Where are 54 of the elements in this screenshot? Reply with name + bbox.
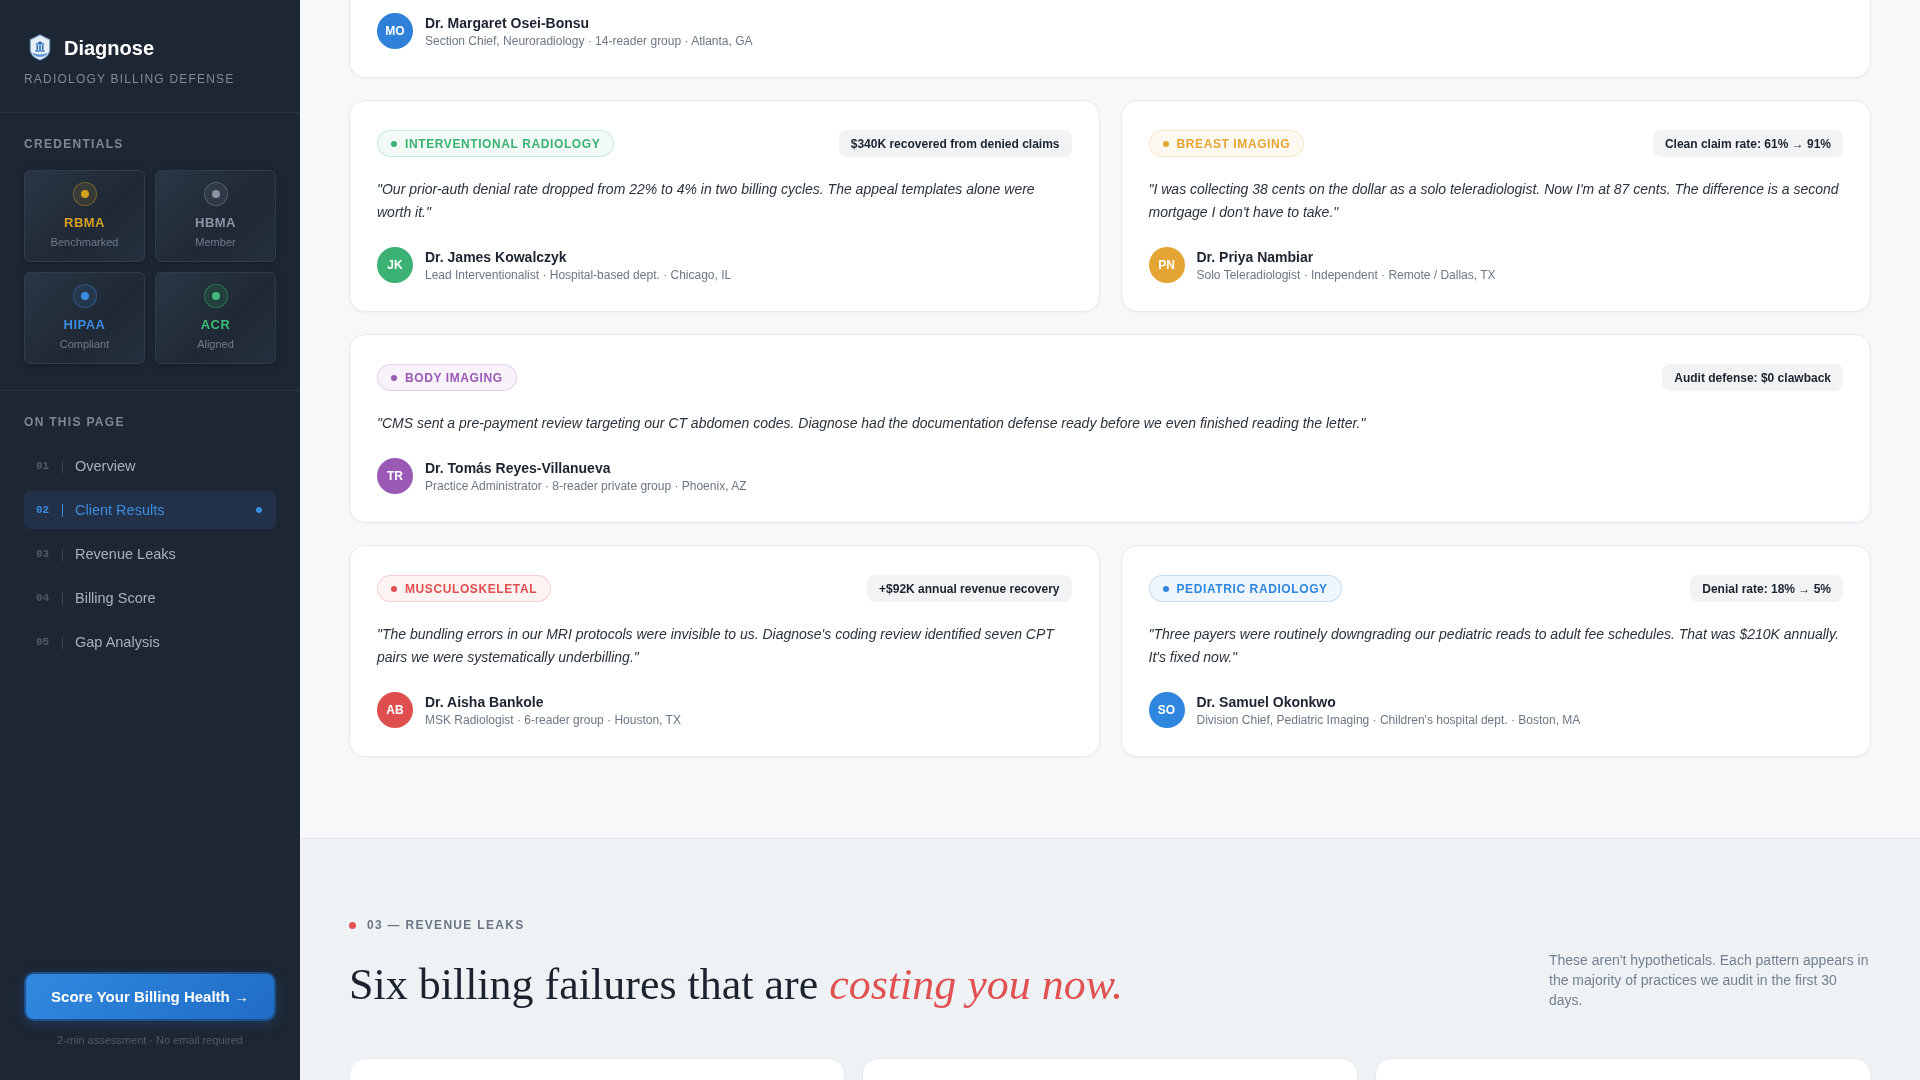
result-stat: Audit defense: $0 clawback	[1662, 364, 1843, 391]
avatar: TR	[377, 458, 413, 494]
result-stat: Denial rate: 18% → 5%	[1690, 575, 1843, 602]
brand-name: Diagnose	[64, 35, 155, 60]
quote: "The bundling errors in our MRI protocols were invisible to us. Diagnose's coding review identified seven CPT pairs we were systematically underbilling."	[377, 625, 1056, 667]
author-name: Dr. James Kowalczyk	[425, 247, 567, 266]
author-meta: Division Chief, Pediatric Imaging · Children's hospital dept. · Boston, MA	[1196, 711, 1581, 728]
nav-number: 02	[36, 504, 50, 516]
author-name: Dr. Aisha Bankole	[425, 692, 544, 711]
quote: "I was collecting 38 cents on the dollar as a solo teleradiologist. Now I'm at 87 cents. The difference is a second mortgage I don't have to take."	[1148, 180, 1840, 222]
tagline: RADIOLOGY BILLING DEFENSE	[24, 72, 235, 86]
author-meta: MSK Radiologist · 6-reader group · Houston, TX	[425, 711, 681, 728]
tag-label: PEDIATRIC RADIOLOGY	[1176, 581, 1328, 596]
author-meta: Solo Teleradiologist · Independent · Remote / Dallas, TX	[1196, 266, 1496, 283]
credential-name: RBMA	[64, 215, 105, 231]
author-name: Dr. Margaret Osei-Bonsu	[425, 13, 590, 32]
quote: "Our prior-auth denial rate dropped from 22% to 4% in two billing cycles. The appeal templates alone were worth it."	[377, 180, 1036, 222]
author-meta: Practice Administrator · 8-reader private group · Phoenix, AZ	[425, 477, 747, 494]
cta-button[interactable]: Score Your Billing Health →	[24, 972, 276, 1021]
credential-status: Compliant	[59, 337, 110, 351]
section-description: These aren't hypotheticals. Each pattern appears in the majority of practices we audit in the first 30 days.	[1549, 951, 1870, 1010]
tag-label: BREAST IMAGING	[1176, 136, 1291, 151]
result-stat: $340K recovered from denied claims	[838, 130, 1072, 157]
avatar: SO	[1148, 692, 1185, 728]
quote: "CMS sent a pre-payment review targeting our CT abdomen codes. Diagnose had the documentation defense ready before we even finished reading the letter."	[377, 414, 1367, 433]
nav-item[interactable]: 02 Client Results	[24, 491, 276, 529]
author-meta: Lead Interventionalist · Hospital-based dept. · Chicago, IL	[425, 266, 732, 283]
tag-label: MUSCULOSKELETAL	[405, 581, 538, 596]
tag-label: INTERVENTIONAL RADIOLOGY	[405, 136, 601, 151]
active-dot-icon	[256, 507, 262, 513]
avatar: JK	[377, 247, 413, 283]
credential-name: HBMA	[195, 215, 236, 231]
author-name: Dr. Tomás Reyes-Villanueva	[425, 458, 611, 477]
credential-name: ACR	[200, 317, 231, 333]
result-stat: Clean claim rate: 61% → 91%	[1652, 130, 1843, 157]
section-label: 03 — REVENUE LEAKS	[367, 918, 525, 932]
credential-status: Aligned	[197, 337, 234, 351]
credential-status: Benchmarked	[50, 235, 119, 249]
avatar: MO	[377, 13, 413, 49]
credential-name: HIPAA	[63, 317, 106, 333]
author-meta: Section Chief, Neuroradiology · 14-reader group · Atlanta, GA	[425, 32, 753, 49]
author-name: Dr. Samuel Okonkwo	[1196, 692, 1336, 711]
shield-icon	[28, 34, 52, 61]
tag-label: BODY IMAGING	[405, 370, 503, 385]
avatar: AB	[377, 692, 413, 728]
result-stat: +$92K annual revenue recovery	[867, 575, 1072, 602]
section-dot-icon	[349, 921, 356, 929]
section-heading: Six billing failures that are costing you now.	[349, 959, 1123, 1011]
quote: "Three payers were routinely downgrading our pediatric reads to adult fee schedules. That was $210K annually. It's fixed now."	[1148, 625, 1840, 667]
author-name: Dr. Priya Nambiar	[1196, 247, 1314, 266]
section-title: CREDENTIALS	[24, 137, 124, 151]
credential-status: Member	[195, 235, 236, 249]
section-title: ON THIS PAGE	[24, 415, 125, 429]
avatar: PN	[1148, 247, 1185, 283]
